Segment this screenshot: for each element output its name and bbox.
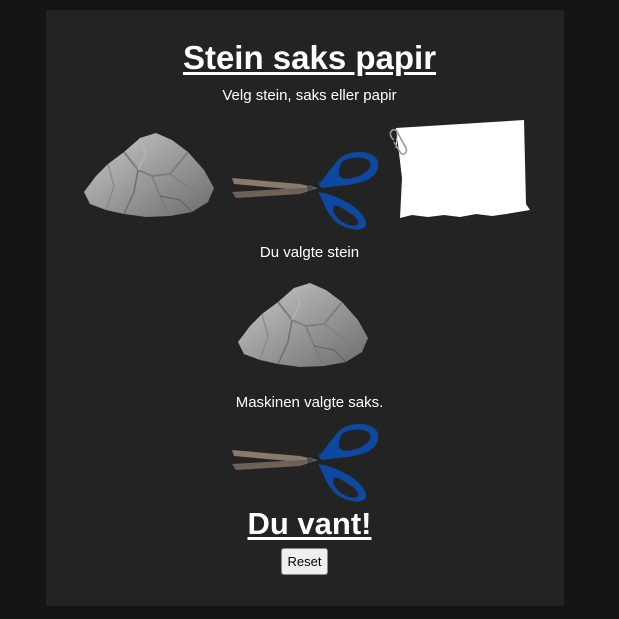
machine-choice-text: Maskinen valgte saks. — [235, 394, 384, 411]
user-choice-text: Du valgte stein — [259, 244, 360, 261]
scissors-choice-button[interactable] — [230, 148, 382, 230]
machine-choice-image — [230, 420, 382, 502]
scissors-icon — [232, 152, 379, 230]
reset-button[interactable]: Reset — [281, 548, 328, 575]
rock-icon — [84, 133, 214, 217]
rock-icon — [238, 283, 368, 367]
rock-choice-button[interactable] — [80, 130, 218, 220]
page-title: Stein saks papir — [182, 39, 437, 76]
scissors-icon — [232, 424, 379, 502]
user-choice-image — [234, 280, 372, 370]
paper-icon — [389, 120, 530, 218]
result-heading: Du vant! — [247, 506, 372, 541]
paper-choice-button[interactable] — [388, 118, 532, 222]
instructions-text: Velg stein, saks eller papir — [222, 87, 397, 104]
